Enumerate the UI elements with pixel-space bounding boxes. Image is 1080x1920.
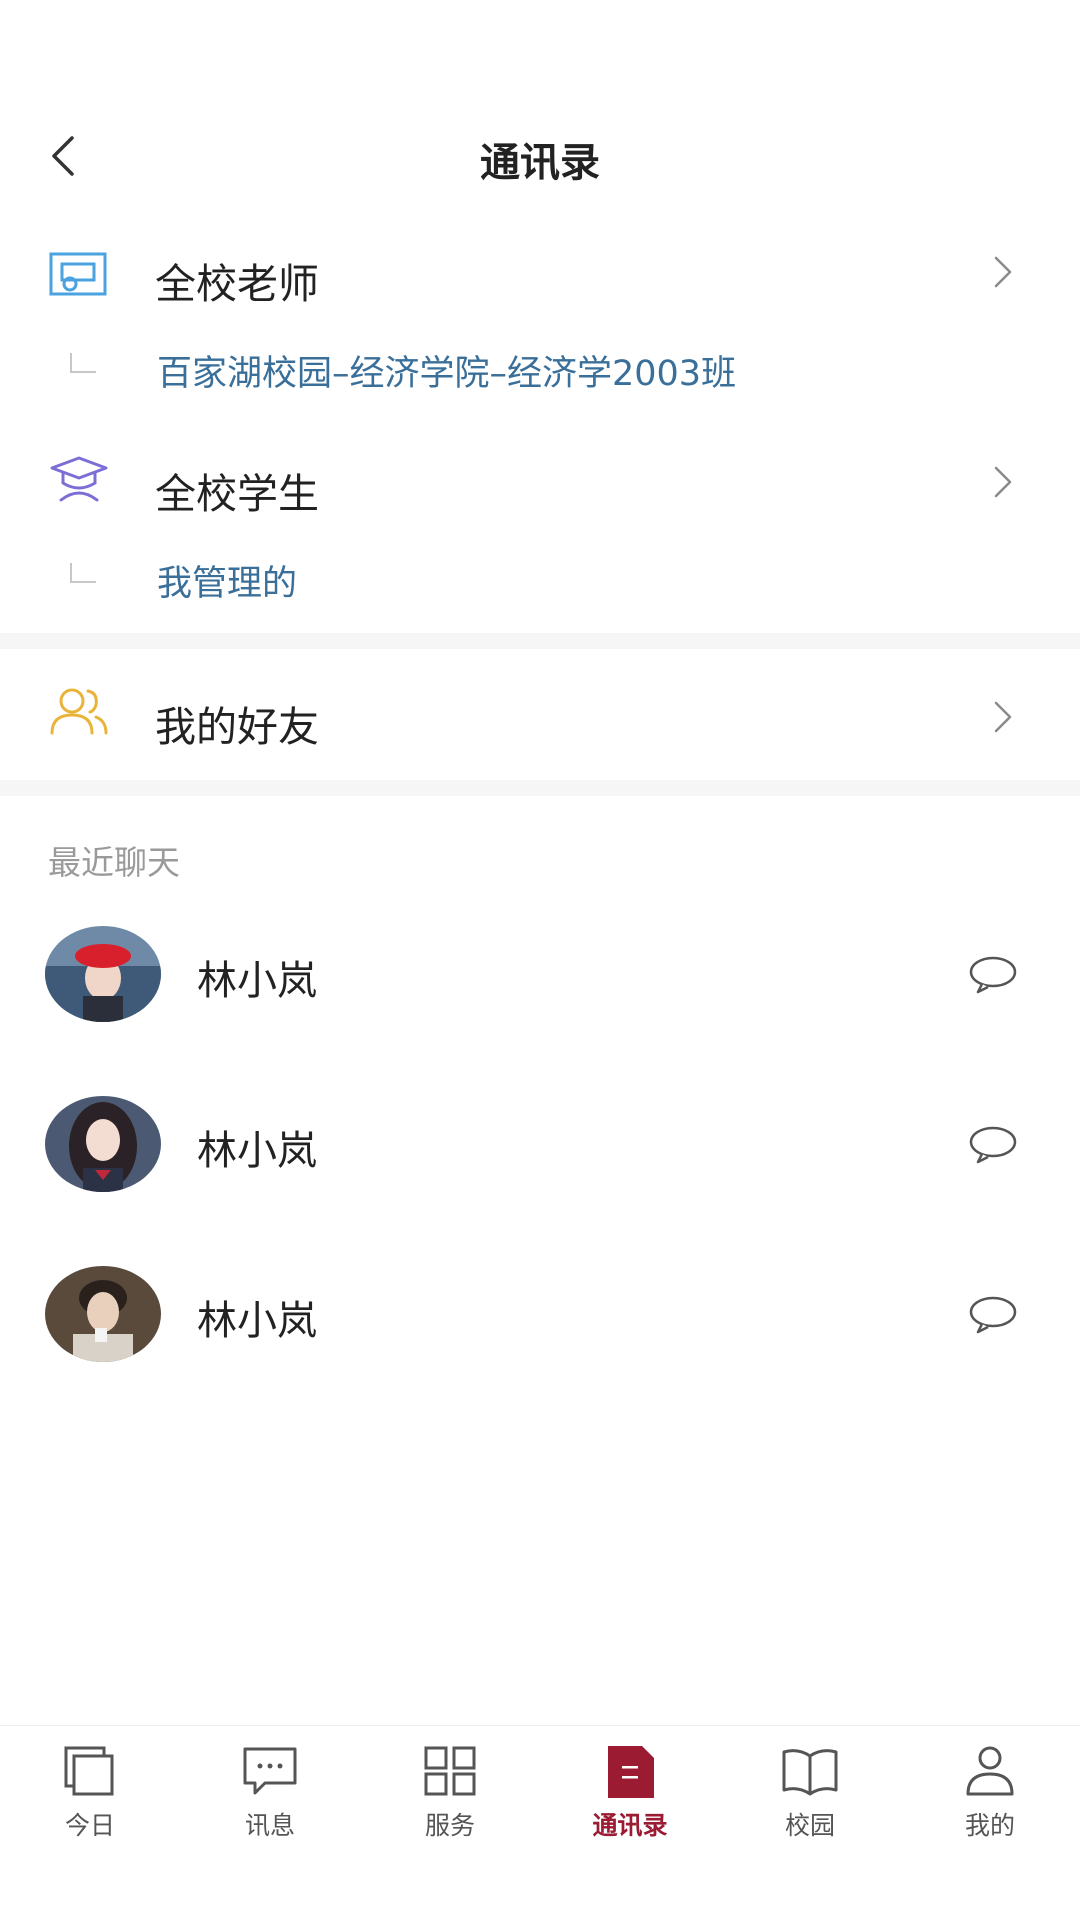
user-icon [966,1746,1014,1796]
avatar [45,926,161,1022]
row-label-teachers: 全校老师 [155,260,319,308]
chevron-right-icon [994,701,1012,733]
nav-label: 今日 [64,1811,115,1840]
nav-label: 通讯录 [592,1811,668,1840]
chevron-right-icon [994,256,1012,288]
nav-label: 校园 [784,1811,835,1840]
tree-corner-icon [70,563,96,583]
sub-label-managed: 我管理的 [157,564,298,604]
section-divider [0,780,1080,796]
nav-item-today[interactable]: 今日 [0,1736,180,1856]
chat-name: 林小岚 [197,1128,317,1174]
nav-item-mine[interactable]: 我的 [900,1736,1080,1856]
nav-label: 讯息 [244,1811,295,1840]
bottom-nav: 今日 讯息 服务 通讯录 校园 我的 [0,1725,1080,1866]
chevron-right-icon [994,466,1012,498]
nav-label: 服务 [424,1811,475,1840]
copy-icon [64,1746,114,1796]
nav-item-campus[interactable]: 校园 [720,1736,900,1856]
message-icon [243,1747,297,1795]
nav-item-contacts[interactable]: 通讯录 [540,1736,720,1856]
chat-bubble-icon[interactable] [968,954,1018,994]
grid-icon [424,1746,476,1796]
book-icon [782,1749,838,1796]
chat-item[interactable]: 林小岚 [0,1258,1080,1368]
nav-label: 我的 [964,1811,1015,1840]
nav-item-messages[interactable]: 讯息 [180,1736,360,1856]
recent-chats-title: 最近聊天 [48,843,180,882]
sub-label-class: 百家湖校园–经济学院–经济学2003班 [157,354,737,394]
page-title: 通讯录 [480,140,600,186]
chat-name: 林小岚 [197,1298,317,1344]
classroom-icon [49,252,107,296]
sub-row-class[interactable]: 百家湖校园–经济学院–经济学2003班 [0,345,1080,415]
chat-bubble-icon[interactable] [968,1124,1018,1164]
header: 通讯录 [0,100,1080,220]
contacts-book-icon [608,1746,654,1798]
nav-item-services[interactable]: 服务 [360,1736,540,1856]
friends-icon [50,688,108,735]
chat-name: 林小岚 [197,958,317,1004]
section-divider [0,633,1080,649]
row-label-students: 全校学生 [155,470,319,518]
chat-item[interactable]: 林小岚 [0,918,1080,1028]
row-my-friends[interactable]: 我的好友 [0,675,1080,755]
sub-row-managed[interactable]: 我管理的 [0,555,1080,625]
row-label-friends: 我的好友 [155,703,319,751]
chat-bubble-icon[interactable] [968,1294,1018,1334]
tree-corner-icon [70,353,96,373]
row-all-students[interactable]: 全校学生 [0,440,1080,520]
avatar [45,1096,161,1192]
row-all-teachers[interactable]: 全校老师 [0,230,1080,310]
chat-item[interactable]: 林小岚 [0,1088,1080,1198]
graduation-cap-icon [50,456,108,502]
avatar [45,1266,161,1362]
